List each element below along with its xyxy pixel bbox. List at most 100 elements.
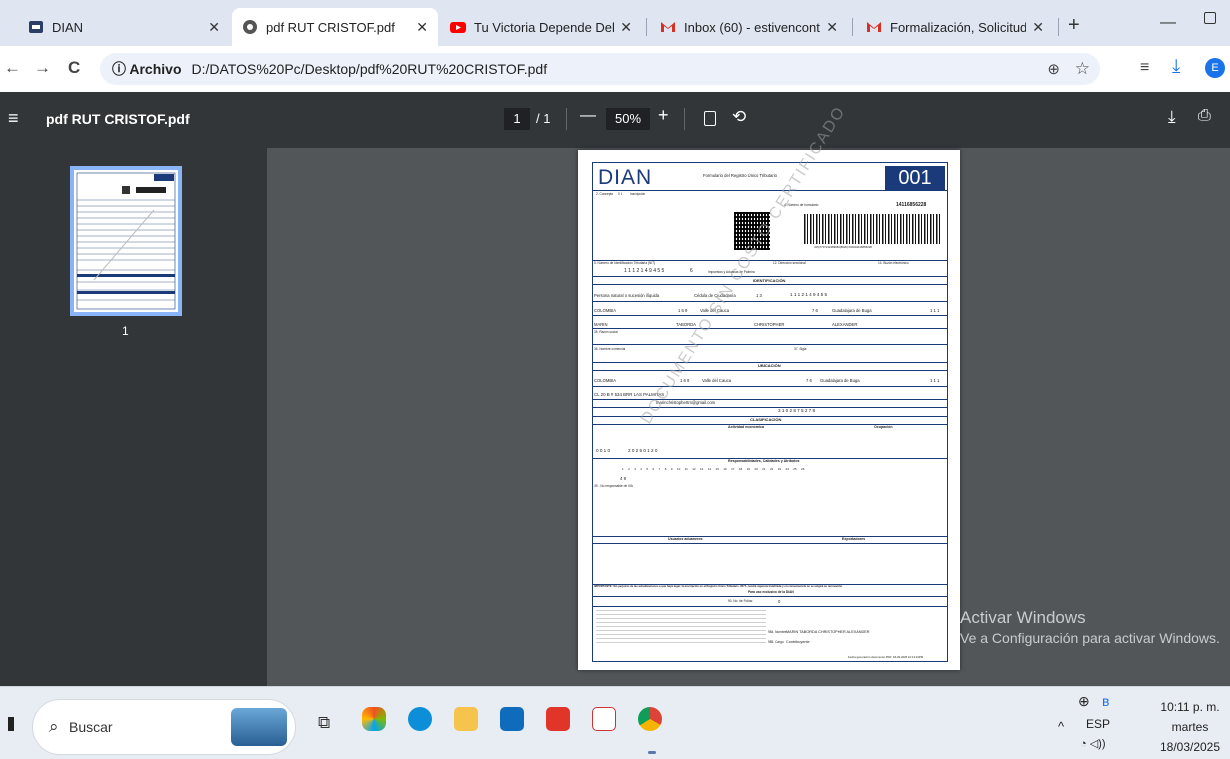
bluetooth-icon[interactable]: ʙ (1102, 693, 1109, 709)
exportadores: Exportadores (842, 537, 866, 541)
sigla-label: 37. Sigla (794, 347, 807, 351)
tab-divider (1058, 18, 1059, 36)
tab-label: Tu Victoria Depende Del Esp (474, 19, 615, 35)
zoom-level-input[interactable]: 50% (606, 108, 650, 130)
razon-social-label: 35. Razón social (594, 330, 618, 334)
page-thumbnail[interactable] (70, 166, 182, 316)
fit-page-icon[interactable] (704, 111, 716, 126)
tab-gmail-formalizacion[interactable]: Formalización, Solicitud Insc ✕ (856, 8, 1054, 46)
wifi-volume-icon[interactable]: ◔ ◁)) (1080, 737, 1106, 750)
page-number-input[interactable]: 1 (504, 108, 530, 130)
departamento-ubicacion-code: 7 6 (806, 378, 812, 383)
search-box[interactable]: ⌕ Buscar (32, 699, 296, 755)
chrome-icon[interactable] (638, 707, 662, 731)
tipo-documento-code: 1 3 (756, 293, 762, 298)
reload-button[interactable]: C (68, 58, 80, 78)
tipo-contribuyente: Persona natural o sucesión ilíquida (594, 293, 660, 298)
section-identificacion: IDENTIFICACIÓN (753, 278, 786, 283)
rotate-icon[interactable]: ⟲ (732, 107, 746, 127)
zoom-out-button[interactable]: — (580, 107, 596, 125)
tab-gmail-inbox[interactable]: Inbox (60) - estivencontador ✕ (650, 8, 848, 46)
zoom-in-button[interactable]: + (658, 105, 669, 126)
pdf-viewer[interactable]: 1 DIAN Formulario del Registro Único Tri… (0, 103, 1230, 686)
close-icon[interactable]: ✕ (1032, 19, 1044, 36)
firma-nombre: MARIN TABORDA CHRISTOPHER ALEXANDER (786, 630, 870, 634)
firma-cargo-label: 985. Cargo (768, 640, 784, 644)
close-icon[interactable]: ✕ (416, 19, 428, 36)
profile-avatar[interactable]: E (1205, 58, 1225, 78)
input-language[interactable]: ESP (1086, 717, 1110, 731)
active-app-indicator (648, 751, 656, 754)
nit-label: 5. Número de Identificación Tributaria (… (594, 261, 656, 265)
menu-icon[interactable]: ≡ (8, 108, 19, 129)
address-bar[interactable]: ⓘ Archivo D:/DATOS%20Pc/Desktop/pdf%20RU… (100, 53, 1100, 85)
responsabilidad-codigo: 4 9 (620, 476, 627, 481)
back-button[interactable]: ← (4, 58, 21, 78)
responsabilidades-numbers: 1 2 3 4 5 6 7 8 9 10 11 12 13 14 15 16 1… (622, 467, 805, 471)
close-icon[interactable]: ✕ (620, 19, 632, 36)
departamento-code: 7 6 (812, 308, 818, 313)
outlook-icon[interactable] (500, 707, 524, 731)
close-icon[interactable]: ✕ (208, 19, 220, 36)
tab-divider (646, 18, 647, 36)
tab-label: DIAN (52, 19, 84, 35)
primer-nombre: CHRISTOPHER (754, 322, 785, 327)
ciudad-code: 1 1 1 (930, 308, 940, 313)
edge-icon[interactable] (408, 707, 432, 731)
print-icon[interactable]: ⎙ (1198, 107, 1211, 125)
otros-nombres: ALEXANDER (832, 322, 858, 327)
tab-strip: DIAN ✕ pdf RUT CRISTOF.pdf ✕ Tu Victoria… (0, 0, 1230, 46)
watermark-subtitle: Ve a Configuración para activar Windows. (960, 630, 1220, 646)
fecha-generacion: Fecha generación documento PDF: 18-03-20… (848, 655, 924, 659)
importante-nota: IMPORTANTE: Sin perjuicio de las actuali… (594, 585, 843, 588)
clock[interactable]: 10:11 p. m. martes 18/03/2025 (1156, 697, 1224, 757)
copilot-icon[interactable] (362, 707, 386, 731)
pais-ubicacion: COLOMBIA (594, 378, 617, 383)
responsabilidades-title: Responsabilidades, Calidades y Atributos (728, 459, 800, 463)
start-button[interactable] (8, 717, 14, 731)
concepto-label: 2. Concepto (596, 192, 614, 196)
section-ubicacion: UBICACIÓN (758, 363, 781, 368)
zoom-icon[interactable]: ⊕ (1047, 60, 1060, 78)
actividad-fecha: 2 0 2 5 0 1 2 0 (628, 448, 658, 453)
download-icon[interactable]: ⤓ (1168, 107, 1176, 127)
bookmark-star-icon[interactable]: ☆ (1075, 59, 1090, 79)
nit-value: 1 1 1 2 1 4 9 4 5 5 (624, 268, 665, 274)
forward-button[interactable]: → (34, 58, 51, 78)
site-info-button[interactable]: ⓘ Archivo (112, 59, 182, 79)
download-icon[interactable]: ⤓ (1172, 56, 1180, 78)
restore-button[interactable] (1204, 12, 1216, 24)
numero-identificacion: 1 1 1 2 1 4 9 4 5 5 (790, 292, 828, 297)
file-explorer-icon[interactable] (454, 707, 478, 731)
search-highlight-image[interactable] (231, 708, 287, 746)
clock-date: 18/03/2025 (1159, 740, 1221, 754)
telefono: 3 1 0 2 8 7 5 2 7 8 (778, 408, 816, 413)
tab-dian[interactable]: DIAN ✕ (18, 8, 230, 46)
windows-taskbar: ⌕ Buscar ⧉ ⊕ ʙ ^ ESP ◔ ◁)) 10:11 p. m. m… (0, 686, 1230, 759)
minimize-button[interactable]: — (1160, 14, 1176, 32)
barcode (804, 214, 942, 244)
windows-activation-watermark: Activar Windows Ve a Configuración para … (960, 608, 1220, 648)
reading-list-icon[interactable]: ≡ (1140, 59, 1149, 77)
nombre-comercial-label: 36. Nombre comercial (594, 347, 626, 351)
url-text[interactable]: D:/DATOS%20Pc/Desktop/pdf%20RUT%20CRISTO… (192, 61, 548, 77)
dv-value: 6 (690, 268, 693, 274)
new-tab-button[interactable]: + (1068, 14, 1080, 37)
divider (566, 108, 567, 130)
gmail-icon (660, 19, 676, 35)
ciudad-ubicacion-code: 1 1 1 (930, 378, 940, 383)
youtube-icon (450, 19, 466, 35)
tab-pdf[interactable]: pdf RUT CRISTOF.pdf ✕ (232, 8, 438, 46)
close-icon[interactable]: ✕ (826, 19, 838, 36)
ocupacion: Ocupación (874, 425, 893, 429)
buzon-label: 14. Buzón electrónico (878, 261, 909, 265)
tab-divider (852, 18, 853, 36)
toolbar: ← → C ⓘ Archivo D:/DATOS%20Pc/Desktop/pd… (0, 46, 1230, 92)
tab-youtube[interactable]: Tu Victoria Depende Del Esp ✕ (440, 8, 642, 46)
snipping-tool-icon[interactable] (592, 707, 616, 731)
vpn-icon[interactable]: ⊕ (1078, 693, 1090, 710)
tab-label: Inbox (60) - estivencontador (684, 19, 820, 35)
anydesk-icon[interactable] (546, 707, 570, 731)
task-view-icon[interactable]: ⧉ (318, 713, 330, 733)
hidden-icons-chevron[interactable]: ^ (1058, 719, 1064, 734)
